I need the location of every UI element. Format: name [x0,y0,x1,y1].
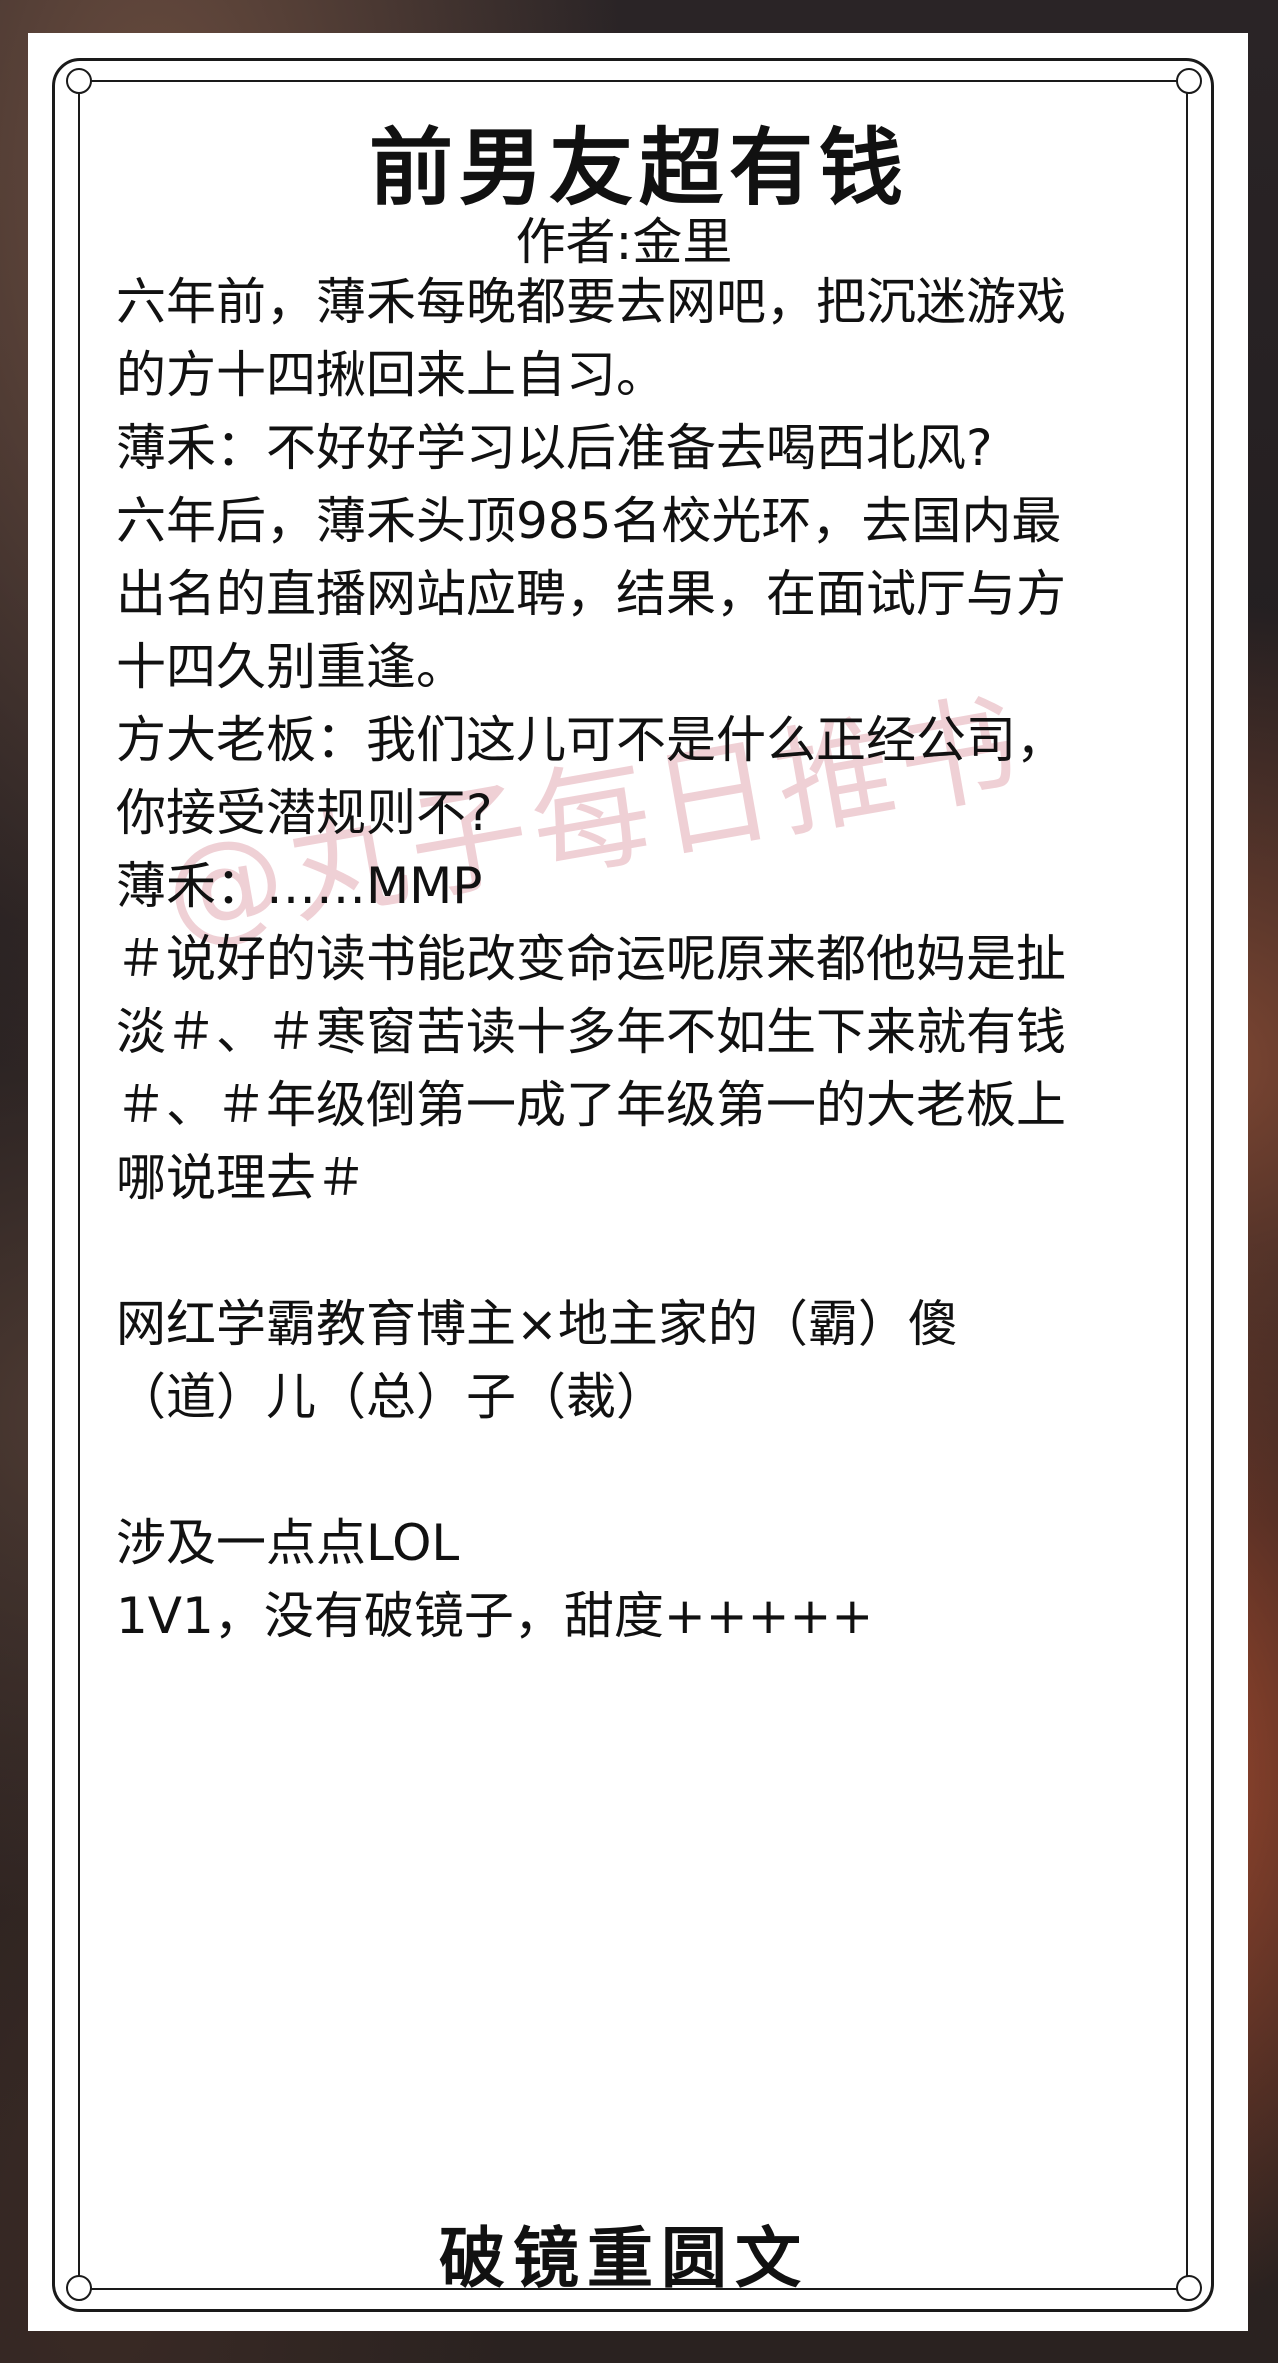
genre-footer: 破镜重圆文 [439,2219,809,2297]
synopsis-line: 薄禾：……MMP [116,857,483,915]
synopsis-line: 涉及一点点LOL [116,1514,460,1572]
synopsis-line: 的方十四揪回来上自习。 [116,346,666,404]
synopsis-line: 淡＃、＃寒窗苦读十多年不如生下来就有钱 [116,1003,1066,1061]
synopsis-line: 方大老板：我们这儿可不是什么正经公司， [116,711,1066,769]
book-title: 前男友超有钱 [368,118,909,217]
synopsis-line: 你接受潜规则不? [116,784,493,842]
synopsis-line: 哪说理去＃ [116,1149,366,1207]
synopsis-line: 十四久别重逢。 [116,638,466,696]
author-line: 作者:金里 [515,213,733,271]
frame-corner-ornament [1176,68,1202,94]
synopsis-line: 网红学霸教育博主×地主家的（霸）傻 [116,1295,958,1353]
synopsis-line: 出名的直播网站应聘，结果，在面试厅与方 [116,565,1066,623]
synopsis-body: 六年前，薄禾每晚都要去网吧，把沉迷游戏 的方十四揪回来上自习。 薄禾：不好好学习… [116,266,1156,1653]
synopsis-line: ＃说好的读书能改变命运呢原来都他妈是扯 [116,930,1066,988]
synopsis-line: 六年后，薄禾头顶985名校光环，去国内最 [116,492,1062,550]
frame-corner-ornament [66,68,92,94]
synopsis-line: （道）儿（总）子（裁） [116,1368,666,1426]
synopsis-line: 六年前，薄禾每晚都要去网吧，把沉迷游戏 [116,273,1066,331]
synopsis-line: 1V1，没有破镜子，甜度+++++ [116,1587,874,1645]
synopsis-line: 薄禾：不好好学习以后准备去喝西北风? [116,419,993,477]
synopsis-line: ＃、＃年级倒第一成了年级第一的大老板上 [116,1076,1066,1134]
